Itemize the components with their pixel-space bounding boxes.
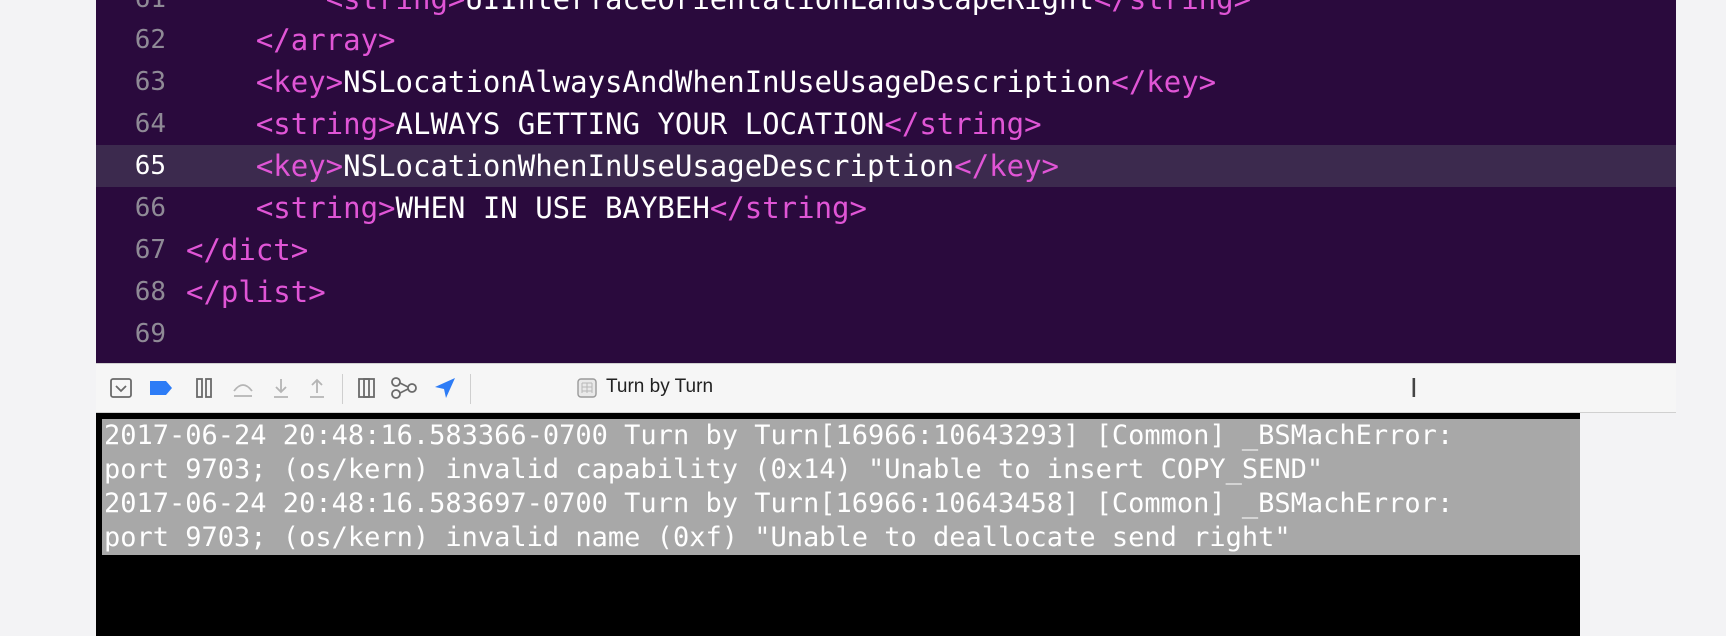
xml-tag-close: </key> <box>954 149 1060 183</box>
xml-tag-close: </string> <box>884 107 1042 141</box>
code-line[interactable]: 68 </plist> <box>96 271 1676 313</box>
line-number: 65 <box>134 151 166 181</box>
code-line-current[interactable]: 65 <key>NSLocationWhenInUseUsageDescript… <box>96 145 1676 187</box>
left-gutter <box>0 0 96 636</box>
line-number: 68 <box>134 277 166 307</box>
xml-tag-close: </string> <box>709 191 867 225</box>
toolbar-separator <box>342 374 343 404</box>
target-app-icon <box>572 373 602 403</box>
memory-graph-icon[interactable] <box>389 373 419 403</box>
breakpoints-icon[interactable] <box>146 373 176 403</box>
console-log-line[interactable]: port 9703; (os/kern) invalid capability … <box>102 453 1663 487</box>
right-gutter <box>1676 0 1726 636</box>
step-into-icon[interactable] <box>266 373 296 403</box>
xml-tag-open: <key> <box>255 65 344 99</box>
text-cursor-icon: I <box>1410 374 1418 404</box>
simulate-location-icon[interactable] <box>430 373 460 403</box>
xml-text: NSLocationAlwaysAndWhenInUseUsageDescrip… <box>343 65 1112 99</box>
code-line[interactable]: 62 </array> <box>96 19 1676 61</box>
debug-console[interactable]: 2017-06-24 20:48:16.583366-0700 Turn by … <box>96 413 1676 636</box>
pause-icon[interactable] <box>189 373 219 403</box>
view-hierarchy-icon[interactable] <box>352 373 382 403</box>
code-line[interactable]: 61 <string>UIInterfaceOrientationLandsca… <box>96 0 1676 20</box>
step-out-icon[interactable] <box>302 373 332 403</box>
xml-tag-open: </dict> <box>186 233 309 267</box>
line-number: 61 <box>96 0 166 20</box>
line-number: 63 <box>134 67 166 97</box>
debug-bar: Turn by Turn I <box>96 363 1676 413</box>
target-process-label[interactable]: Turn by Turn <box>606 376 713 398</box>
step-over-icon[interactable] <box>228 373 258 403</box>
code-editor[interactable]: 61 <string>UIInterfaceOrientationLandsca… <box>96 0 1676 363</box>
hide-debug-area-icon[interactable] <box>106 373 136 403</box>
xml-tag-close: </string> <box>1094 0 1251 16</box>
console-log-line[interactable]: port 9703; (os/kern) invalid name (0xf) … <box>102 521 1663 555</box>
line-number: 64 <box>134 109 166 139</box>
console-selection[interactable]: 2017-06-24 20:48:16.583366-0700 Turn by … <box>102 419 1663 555</box>
console-scrollbar-area <box>1580 413 1676 636</box>
code-line[interactable]: 67 </dict> <box>96 229 1676 271</box>
xml-tag-open: <string> <box>326 0 466 16</box>
console-log-line[interactable]: 2017-06-24 20:48:16.583697-0700 Turn by … <box>102 487 1663 521</box>
toolbar-separator <box>470 374 471 404</box>
xml-tag-open: <string> <box>255 107 396 141</box>
code-line[interactable]: 63 <key>NSLocationAlwaysAndWhenInUseUsag… <box>96 61 1676 103</box>
xml-text: ALWAYS GETTING YOUR LOCATION <box>395 107 885 141</box>
xml-tag-open: <key> <box>255 149 344 183</box>
xml-text: NSLocationWhenInUseUsageDescription <box>343 149 955 183</box>
xml-text: WHEN IN USE BAYBEH <box>395 191 710 225</box>
line-number: 66 <box>134 193 166 223</box>
line-number: 67 <box>134 235 166 265</box>
xml-tag-open: </array> <box>255 23 396 57</box>
console-log-line[interactable]: 2017-06-24 20:48:16.583366-0700 Turn by … <box>102 419 1663 453</box>
code-line[interactable]: 69 <box>96 313 1676 355</box>
code-line[interactable]: 66 <string>WHEN IN USE BAYBEH</string> <box>96 187 1676 229</box>
xml-tag-close: </key> <box>1111 65 1217 99</box>
code-line[interactable]: 64 <string>ALWAYS GETTING YOUR LOCATION<… <box>96 103 1676 145</box>
line-number: 62 <box>134 25 166 55</box>
xml-tag-open: <string> <box>255 191 396 225</box>
xml-text: UIInterfaceOrientationLandscapeRight <box>465 0 1094 16</box>
line-number: 69 <box>134 319 166 349</box>
xml-tag-open: </plist> <box>186 275 326 309</box>
